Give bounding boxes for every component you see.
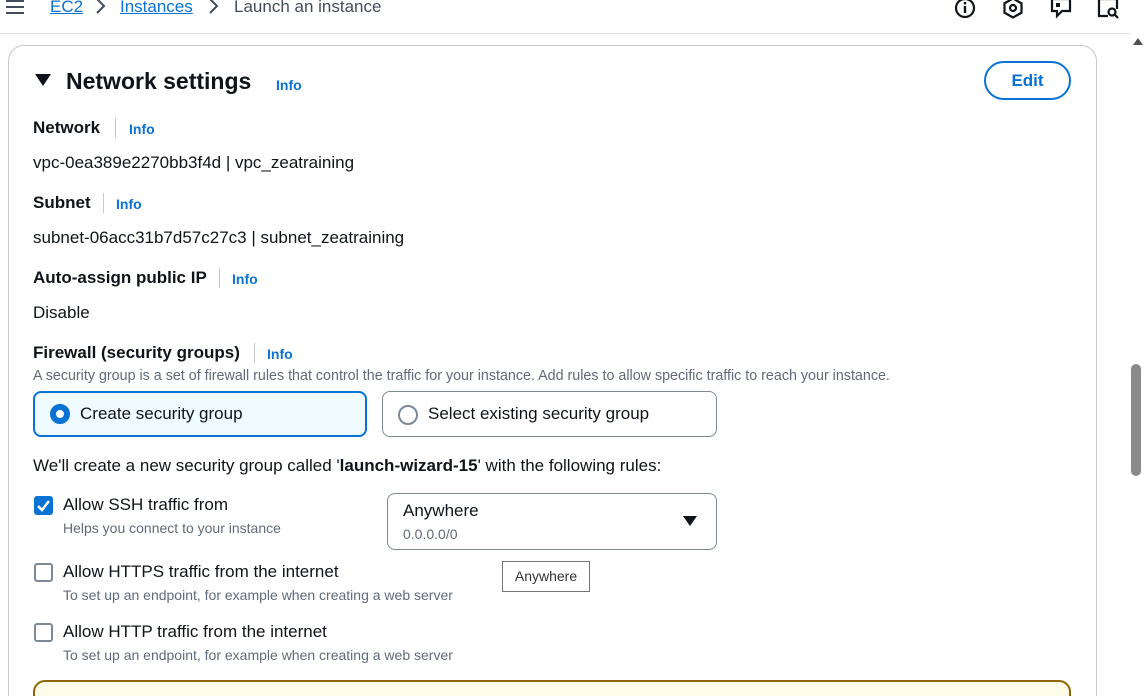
tooltip: Anywhere [502, 561, 590, 592]
chevron-right-icon [96, 0, 106, 14]
ssh-source-value: Anywhere [403, 501, 479, 520]
scrollbar-thumb[interactable] [1131, 364, 1141, 476]
radio-selected-icon [50, 404, 70, 424]
divider [103, 193, 104, 213]
ssh-source-select[interactable]: Anywhere 0.0.0.0/0 [387, 493, 717, 550]
settings-hexagon-icon[interactable] [1001, 0, 1025, 20]
public-ip-info-link[interactable]: Info [232, 270, 258, 288]
http-rule-label: Allow HTTP traffic from the internet [63, 622, 327, 641]
hamburger-menu-icon[interactable] [6, 0, 24, 14]
https-rule-description: To set up an endpoint, for example when … [63, 587, 453, 603]
security-group-intro: We'll create a new security group called… [33, 455, 661, 477]
subnet-label: Subnet [33, 193, 91, 212]
firewall-info-link[interactable]: Info [267, 345, 293, 363]
divider [115, 118, 116, 138]
breadcrumb-current-page: Launch an instance [234, 0, 382, 16]
search-window-icon[interactable] [1096, 0, 1120, 20]
divider [219, 268, 220, 288]
intro-suffix: ' with the following rules: [477, 456, 662, 475]
breadcrumb-instances[interactable]: Instances [120, 0, 193, 18]
network-label: Network [33, 118, 101, 137]
ssh-rule-description: Helps you connect to your instance [63, 520, 281, 536]
select-existing-security-group-option[interactable]: Select existing security group [382, 391, 717, 437]
top-navigation-bar: EC2 Instances Launch an instance [0, 0, 1130, 34]
firewall-label: Firewall (security groups) [33, 343, 240, 362]
warning-alert [33, 680, 1071, 696]
network-info-link[interactable]: Info [129, 120, 155, 138]
http-checkbox[interactable] [34, 623, 53, 642]
intro-prefix: We'll create a new security group called… [33, 456, 340, 475]
divider [254, 343, 255, 363]
feedback-chat-icon[interactable] [1049, 0, 1073, 20]
ssh-checkbox[interactable] [34, 496, 53, 515]
info-circle-icon[interactable] [953, 0, 977, 20]
section-info-link[interactable]: Info [276, 76, 302, 94]
https-checkbox[interactable] [34, 563, 53, 582]
breadcrumb-ec2[interactable]: EC2 [50, 0, 83, 18]
firewall-description: A security group is a set of firewall ru… [33, 368, 890, 384]
subnet-info-link[interactable]: Info [116, 195, 142, 213]
http-rule-description: To set up an endpoint, for example when … [63, 647, 453, 663]
create-security-group-option[interactable]: Create security group [33, 391, 367, 437]
edit-button[interactable]: Edit [984, 61, 1071, 100]
collapse-caret-icon[interactable] [35, 74, 51, 86]
https-rule-label: Allow HTTPS traffic from the internet [63, 562, 339, 581]
security-group-name: launch-wizard-15 [339, 456, 478, 475]
public-ip-label: Auto-assign public IP [33, 268, 207, 287]
chevron-right-icon [209, 0, 219, 14]
checkmark-icon [37, 500, 50, 512]
network-value: vpc-0ea389e2270bb3f4d | vpc_zeatraining [33, 153, 355, 172]
section-title: Network settings [66, 68, 252, 94]
ssh-rule-label: Allow SSH traffic from [63, 495, 229, 514]
create-security-group-label: Create security group [80, 404, 243, 423]
scroll-up-arrow-icon[interactable] [1133, 38, 1143, 45]
public-ip-value: Disable [33, 303, 90, 322]
subnet-value: subnet-06acc31b7d57c27c3 | subnet_zeatra… [33, 228, 405, 247]
radio-unselected-icon [398, 405, 418, 425]
ssh-source-cidr: 0.0.0.0/0 [403, 526, 458, 542]
select-existing-security-group-label: Select existing security group [428, 404, 650, 423]
caret-down-icon [683, 516, 697, 526]
